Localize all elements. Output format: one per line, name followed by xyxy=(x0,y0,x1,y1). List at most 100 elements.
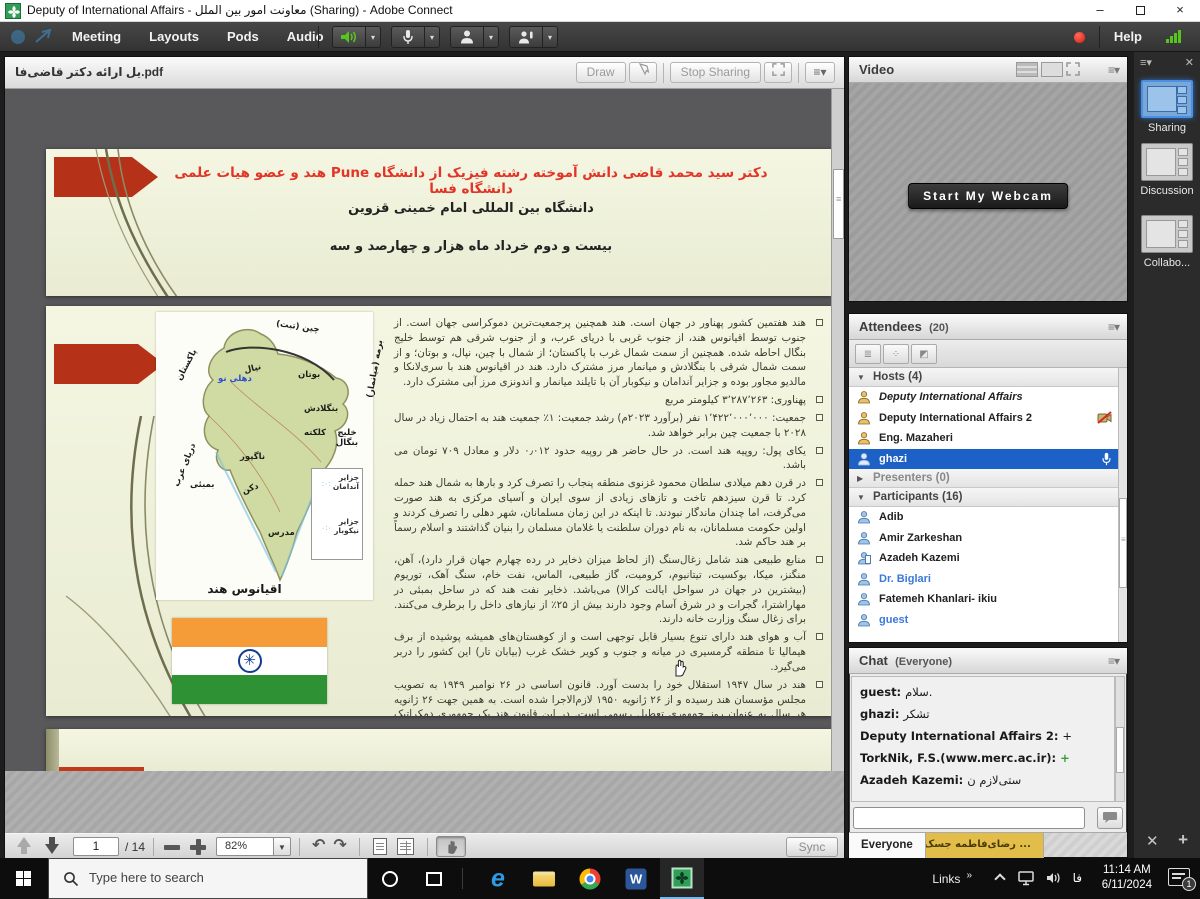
start-button[interactable] xyxy=(0,858,48,899)
volume-icon[interactable] xyxy=(1046,871,1062,885)
attendees-scrollbar[interactable] xyxy=(1118,368,1127,642)
page-number-input[interactable]: 1 xyxy=(73,837,119,856)
layout-thumb-discussion[interactable] xyxy=(1141,143,1193,181)
attendee-row[interactable]: Eng. Mazaheri xyxy=(849,428,1118,449)
layout-thumb-sharing[interactable] xyxy=(1141,80,1193,118)
page-up-button[interactable] xyxy=(17,837,31,857)
help-menu[interactable]: Help xyxy=(1114,22,1142,52)
chat-scrollbar-thumb[interactable] xyxy=(1116,727,1124,773)
adobe-connect-taskbar-icon[interactable] xyxy=(660,858,704,899)
stop-sharing-button[interactable]: Stop Sharing xyxy=(670,62,761,83)
chat-pod-menu[interactable]: ≡▾ xyxy=(1108,654,1119,668)
two-page-view-icon[interactable] xyxy=(397,838,414,855)
layouts-tools-icon[interactable]: ✕ xyxy=(1146,832,1159,850)
attendee-row[interactable]: Dr. Biglari xyxy=(849,569,1118,590)
document-scrollbar-thumb[interactable] xyxy=(833,169,844,239)
attendee-row[interactable]: Deputy International Affairs xyxy=(849,387,1118,408)
action-center-icon[interactable]: 1 xyxy=(1168,868,1190,886)
chat-message: ghazi: تشکر xyxy=(860,707,1112,721)
attendee-group-header[interactable]: ▶Presenters (0) xyxy=(849,469,1118,488)
hand-tool-button[interactable] xyxy=(436,836,466,857)
attendee-row[interactable]: guest xyxy=(849,610,1118,631)
task-view-icon[interactable] xyxy=(412,858,456,899)
layouts-close-icon[interactable]: ✕ xyxy=(1185,56,1194,69)
attendee-row[interactable]: Azadeh Kazemi xyxy=(849,548,1118,569)
attendee-list-view-button[interactable]: ≣ xyxy=(855,344,881,364)
minimize-button[interactable]: – xyxy=(1080,0,1120,22)
connection-signal-icon[interactable] xyxy=(1166,30,1182,48)
network-icon[interactable] xyxy=(1018,871,1036,886)
chat-send-button[interactable] xyxy=(1097,807,1123,829)
video-fullscreen-icon[interactable] xyxy=(1066,62,1088,77)
pointer-tool-button[interactable] xyxy=(629,62,657,83)
zoom-out-button[interactable] xyxy=(164,845,180,850)
slide1-line3: بیست و دوم خرداد ماه هزار و چهارصد و سه xyxy=(166,239,776,254)
attendee-row[interactable]: Amir Zarkeshan xyxy=(849,528,1118,549)
edge-icon[interactable]: e xyxy=(476,858,520,899)
attendee-row[interactable]: ghazi xyxy=(849,449,1118,470)
chat-text: ستی‌لازم ن xyxy=(967,773,1021,787)
rotate-right-icon[interactable]: ↷ xyxy=(333,835,346,857)
add-layout-icon[interactable]: + xyxy=(1178,830,1188,850)
chat-tab-everyone[interactable]: Everyone xyxy=(849,833,926,858)
cortana-icon[interactable] xyxy=(368,858,412,899)
zoom-in-button[interactable] xyxy=(190,839,206,855)
attendee-status-view-button[interactable]: ◩ xyxy=(911,344,937,364)
attendees-pod-menu[interactable]: ≡▾ xyxy=(1108,320,1119,334)
fullscreen-button[interactable] xyxy=(764,62,792,83)
menu-layouts[interactable]: Layouts xyxy=(149,22,199,52)
video-pod-menu[interactable]: ≡▾ xyxy=(1108,63,1119,77)
attendee-row[interactable]: Fatemeh Khanlari- ikiu xyxy=(849,589,1118,610)
attendees-pod: Attendees (20) ≡▾ ≣ ⁘ ◩ ▼Hosts (4)Deputy… xyxy=(848,313,1128,643)
grid-view-icon[interactable] xyxy=(1016,62,1038,77)
start-webcam-button[interactable]: Start My Webcam xyxy=(908,183,1068,209)
webcam-dropdown[interactable]: ▾ xyxy=(484,26,499,48)
chrome-icon[interactable] xyxy=(568,858,612,899)
page-down-button[interactable] xyxy=(45,837,59,857)
taskbar-clock[interactable]: 11:14 AM 6/11/2024 xyxy=(1102,863,1152,893)
raise-hand-button[interactable] xyxy=(509,26,543,48)
word-icon[interactable]: W xyxy=(614,858,658,899)
chevron-right-icon[interactable]: » xyxy=(966,870,972,881)
file-explorer-icon[interactable] xyxy=(522,858,566,899)
chat-tab-private[interactable]: ... رضای‌فاطمه جسک و غل xyxy=(926,833,1044,858)
filmstrip-view-icon[interactable] xyxy=(1041,62,1063,77)
raise-hand-dropdown[interactable]: ▾ xyxy=(543,26,558,48)
single-page-view-icon[interactable] xyxy=(373,838,387,855)
rotate-left-icon[interactable]: ↶ xyxy=(312,835,325,857)
speaker-dropdown[interactable]: ▾ xyxy=(366,26,381,48)
sync-button[interactable]: Sync xyxy=(786,837,838,857)
attendee-group-header[interactable]: ▼Hosts (4) xyxy=(849,368,1118,387)
document-scrollbar[interactable] xyxy=(831,89,844,771)
attendee-group-header[interactable]: ▼Participants (16) xyxy=(849,488,1118,507)
chat-message-input[interactable] xyxy=(853,807,1085,829)
taskbar-search-input[interactable]: Type here to search xyxy=(48,858,368,899)
microphone-button[interactable] xyxy=(391,26,425,48)
draw-button[interactable]: Draw xyxy=(576,62,626,83)
keyboard-language-indicator[interactable]: فا xyxy=(1073,871,1082,885)
chat-scrollbar[interactable] xyxy=(1115,676,1125,802)
layouts-menu-icon[interactable]: ≡▾ xyxy=(1140,56,1152,69)
chat-text: + xyxy=(1062,729,1072,743)
attendee-row[interactable]: Deputy International Affairs 2 xyxy=(849,408,1118,429)
attendee-row[interactable]: Adib xyxy=(849,507,1118,528)
attendee-list[interactable]: ▼Hosts (4)Deputy International AffairsDe… xyxy=(849,368,1118,642)
document-viewport[interactable]: دکتر سید محمد قاضی دانش آموخته رشته فیزی… xyxy=(5,89,844,771)
show-hidden-icons-chevron[interactable] xyxy=(994,873,1005,884)
pod-options-menu[interactable]: ≡▾ xyxy=(805,62,835,83)
menu-pods[interactable]: Pods xyxy=(227,22,259,52)
webcam-button[interactable] xyxy=(450,26,484,48)
attendee-breakout-view-button[interactable]: ⁘ xyxy=(883,344,909,364)
zoom-dropdown[interactable]: ▼ xyxy=(274,837,291,856)
legend-label: جزایر نیکوبار xyxy=(312,517,359,535)
microphone-dropdown[interactable]: ▾ xyxy=(425,26,440,48)
close-button[interactable]: × xyxy=(1160,0,1200,22)
zoom-level-value[interactable]: 82% xyxy=(216,837,274,856)
attendees-scrollbar-thumb[interactable] xyxy=(1119,498,1127,588)
speaker-button[interactable] xyxy=(332,26,366,48)
links-toolbar[interactable]: Links» xyxy=(932,870,972,886)
map-label: خلیج بنگال xyxy=(334,428,360,448)
layout-thumb-collabo[interactable] xyxy=(1141,215,1193,253)
restore-button[interactable] xyxy=(1120,0,1160,22)
menu-meeting[interactable]: Meeting xyxy=(72,22,121,52)
